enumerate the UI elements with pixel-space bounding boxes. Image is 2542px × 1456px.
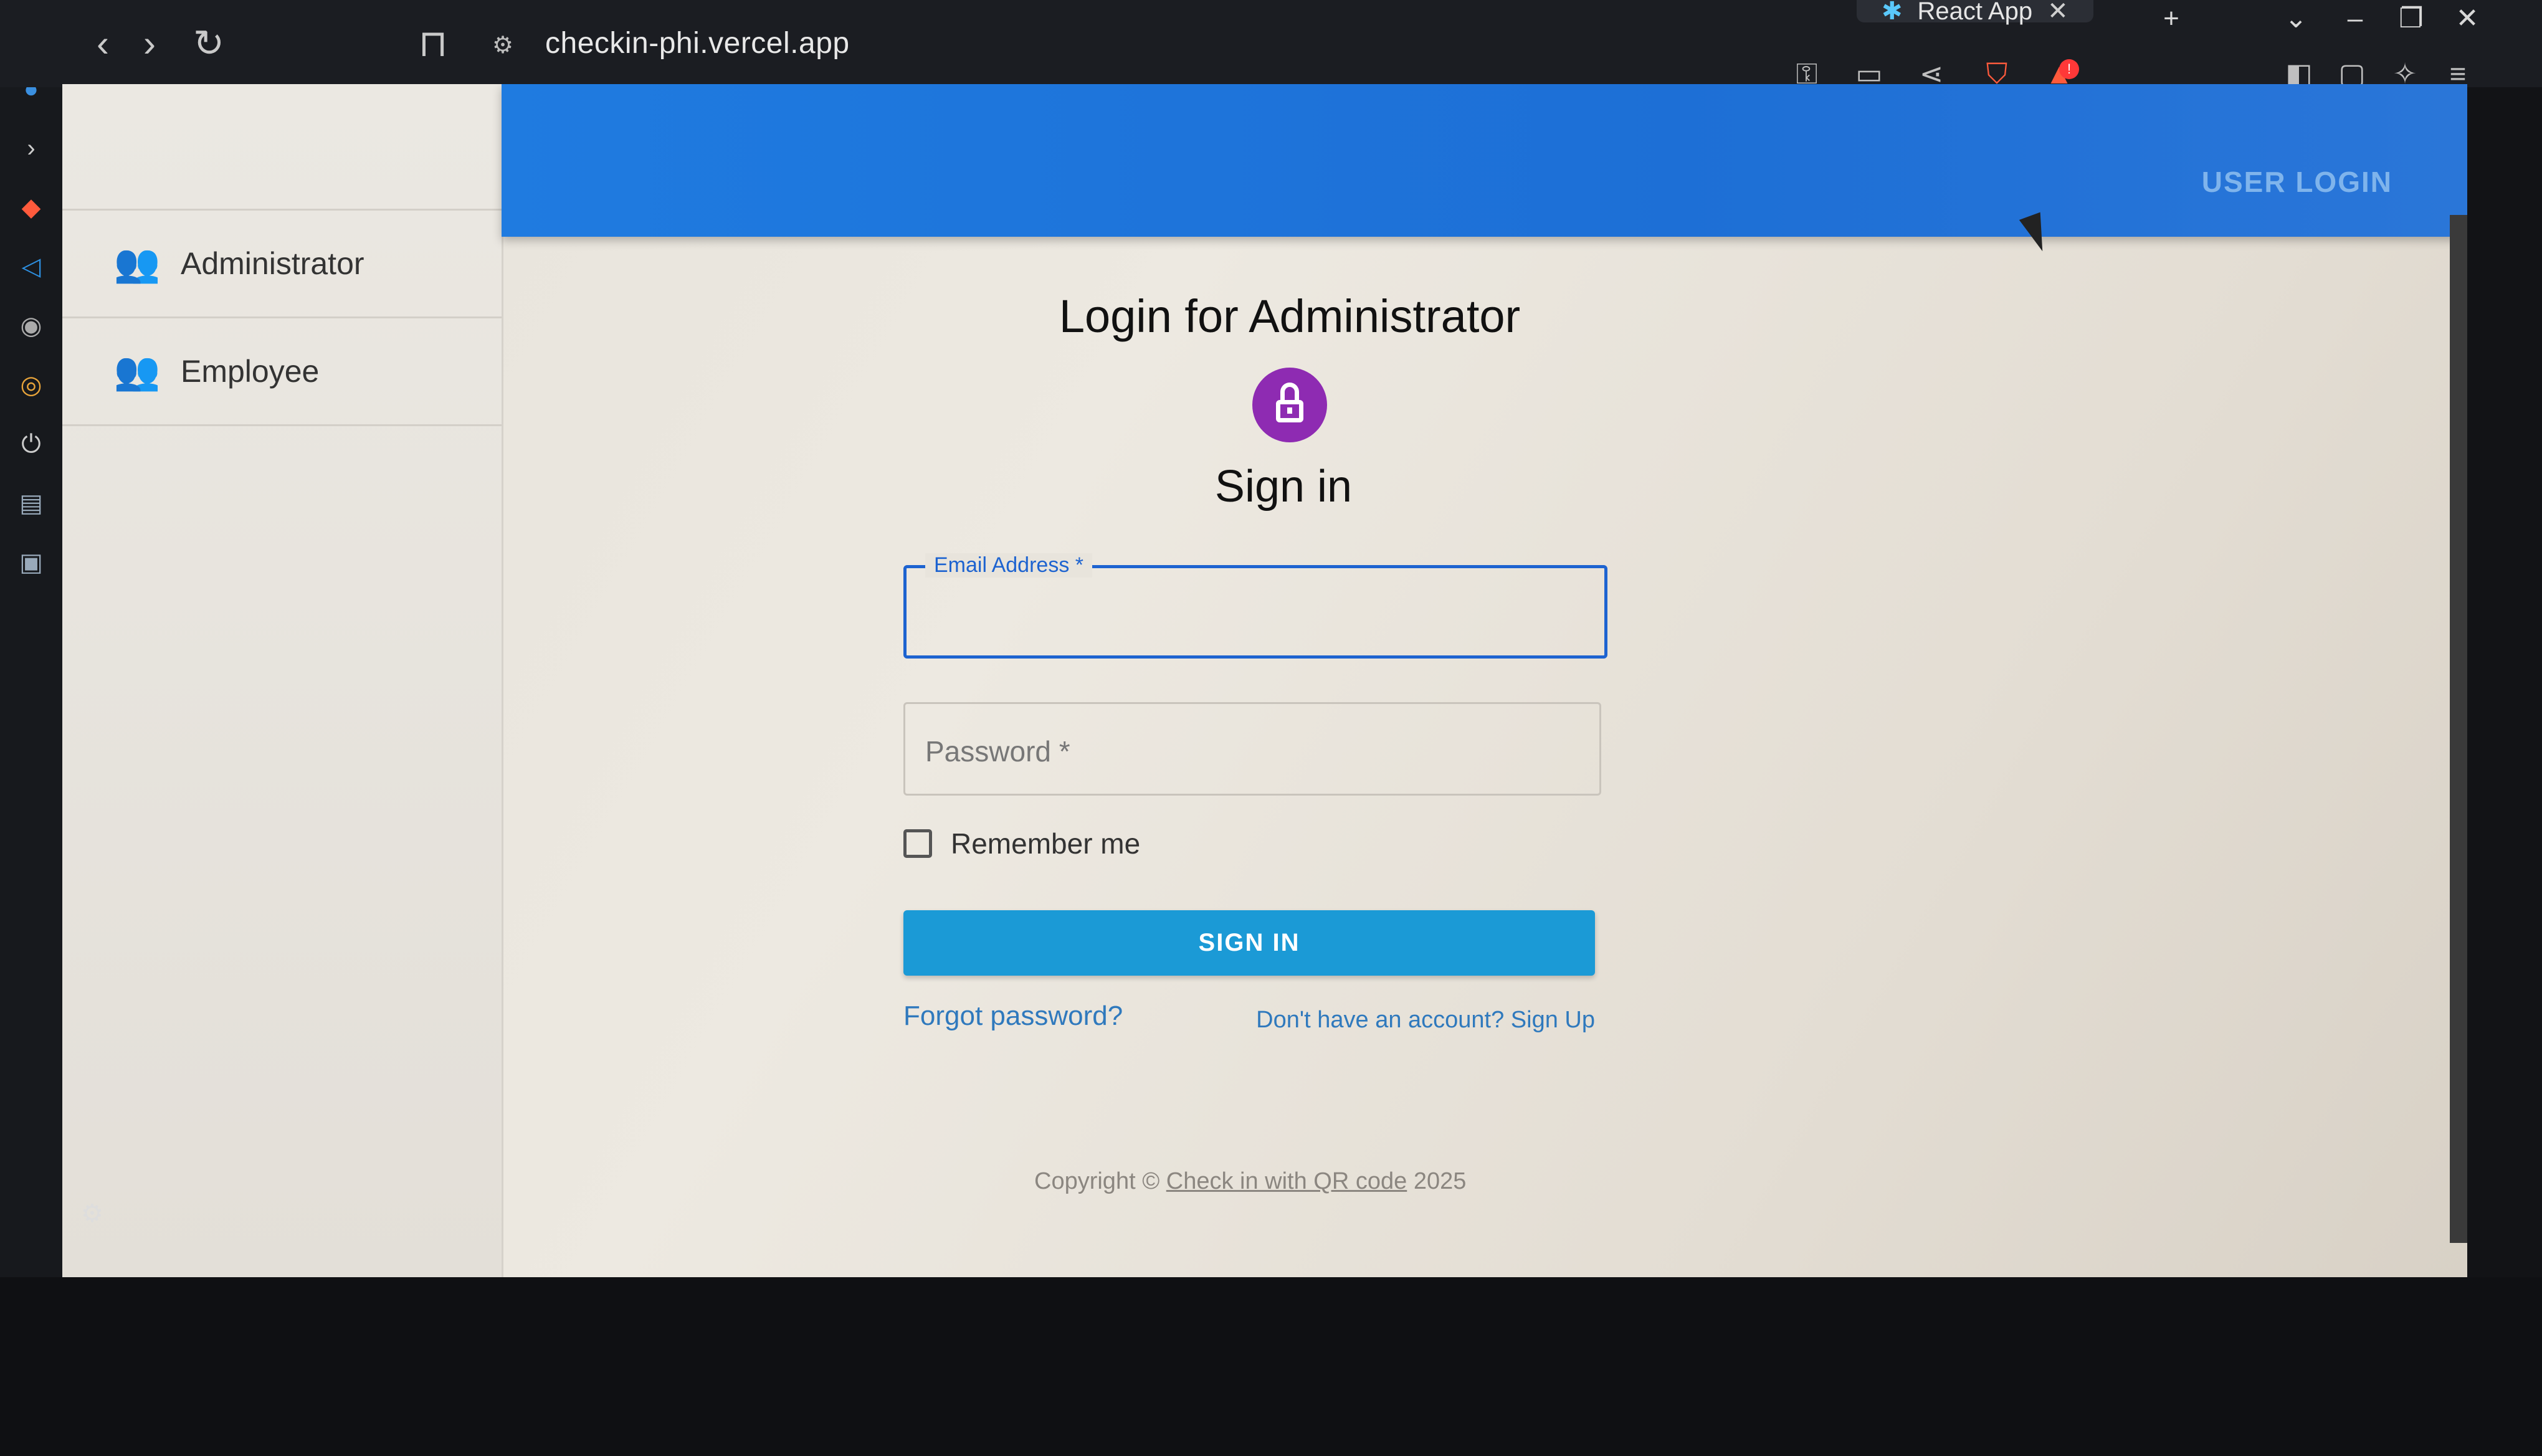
brave-icon[interactable]: ◆ [14, 190, 49, 225]
sidebar: 👥 Administrator 👥 Employee [62, 84, 503, 1277]
chrome-icon[interactable]: ◎ [14, 368, 49, 402]
people-icon: 👥 [113, 350, 161, 392]
minimize-icon[interactable]: – [2333, 0, 2377, 37]
terminal-icon[interactable]: › [14, 131, 49, 166]
restore-icon[interactable]: ❐ [2389, 0, 2433, 37]
files-icon[interactable]: ▣ [14, 545, 49, 580]
scrollbar[interactable] [2450, 215, 2467, 1243]
reload-icon[interactable]: ↻ [187, 22, 231, 65]
auth-links: Forgot password? Don't have an account? … [903, 1001, 1595, 1034]
sign-up-link[interactable]: Don't have an account? Sign Up [1256, 1007, 1595, 1034]
new-tab-icon[interactable]: + [2149, 0, 2193, 37]
page-viewport: 👥 Administrator 👥 Employee USER LOGIN Lo… [62, 84, 2467, 1277]
os-left-app-bar: ▲ ● › ◆ ◁ ◉ ◎ ⏻ ▤ ▣ [0, 0, 62, 1456]
vscode-icon[interactable]: ◁ [14, 249, 49, 284]
notes-icon[interactable]: ▤ [14, 486, 49, 521]
copyright-footer: Copyright © Check in with QR code 2025 [1034, 1168, 1466, 1195]
copyright-year: 2025 [1413, 1168, 1467, 1194]
power-icon[interactable]: ⏻ [14, 427, 49, 462]
sidebar-item-label: Administrator [181, 246, 364, 281]
close-window-icon[interactable]: ✕ [2445, 0, 2489, 37]
react-icon: ✱ [1882, 0, 1903, 25]
bookmark-icon[interactable]: ⊓ [411, 22, 455, 65]
forward-icon[interactable]: › [128, 22, 171, 65]
close-tab-icon[interactable]: ✕ [2047, 0, 2068, 26]
sign-in-button[interactable]: SIGN IN [903, 910, 1595, 976]
remember-me-checkbox[interactable] [903, 829, 932, 858]
password-field[interactable] [903, 702, 1601, 796]
forgot-password-link[interactable]: Forgot password? [903, 1001, 1123, 1034]
lock-icon [1252, 368, 1327, 442]
remember-me-row[interactable]: Remember me [903, 827, 1651, 860]
back-icon[interactable]: ‹ [81, 22, 125, 65]
sign-in-heading: Sign in [1214, 462, 1353, 512]
tab-label: React App [1917, 0, 2033, 25]
email-field[interactable]: Email Address * [903, 553, 1607, 659]
browser-toolbar: ‹ › ↻ ⊓ ⚙ checkin-phi.vercel.app ✱ React… [0, 0, 2542, 90]
settings-icon[interactable]: ⚙ [81, 1199, 103, 1228]
remember-me-label: Remember me [951, 827, 1141, 860]
app-icon-2[interactable]: ◉ [14, 308, 49, 343]
page-title: Login for Administrator [1059, 290, 1521, 342]
sidebar-header [62, 84, 502, 211]
password-input[interactable] [924, 729, 1587, 774]
site-settings-icon[interactable]: ⚙ [492, 31, 517, 59]
user-login-button[interactable]: USER LOGIN [2202, 165, 2392, 199]
chevron-down-icon[interactable]: ⌄ [2274, 0, 2318, 37]
laptop-bezel [0, 1277, 2542, 1456]
sidebar-item-employee[interactable]: 👥 Employee [62, 318, 502, 426]
tab-react-app[interactable]: ✱ React App ✕ [1857, 0, 2093, 25]
copyright-prefix: Copyright © [1034, 1168, 1160, 1194]
login-form: Login for Administrator Sign in Email Ad… [903, 290, 1651, 1034]
copyright-link[interactable]: Check in with QR code [1166, 1168, 1407, 1194]
sidebar-item-label: Employee [181, 354, 320, 389]
notification-badge: ! [2059, 59, 2079, 79]
email-input[interactable] [925, 593, 1588, 638]
app-bar: USER LOGIN [502, 84, 2467, 237]
sidebar-item-administrator[interactable]: 👥 Administrator [62, 211, 502, 318]
url-bar[interactable]: checkin-phi.vercel.app [545, 26, 850, 60]
email-label: Email Address * [925, 553, 1092, 578]
admin-users-icon: 👥 [113, 242, 161, 284]
